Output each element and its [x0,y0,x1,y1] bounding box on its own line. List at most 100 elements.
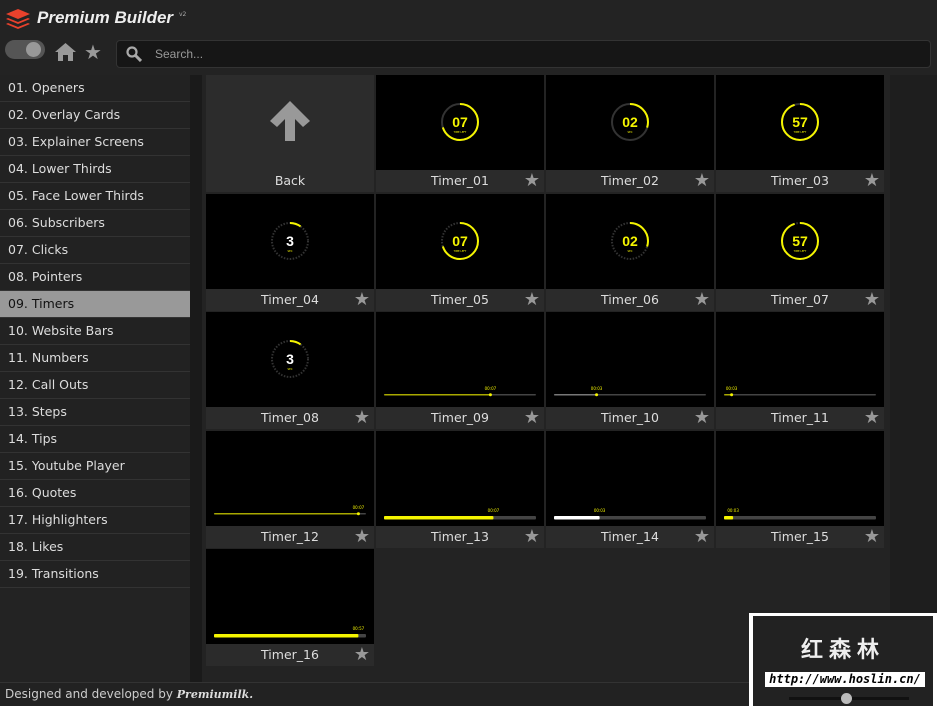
sidebar-item[interactable]: 18. Likes [0,534,190,561]
timer-tile[interactable]: 00:07 Timer_12 ★ [206,430,374,548]
favorite-star-icon[interactable]: ★ [694,526,710,547]
sidebar-scrollbar[interactable] [190,75,202,682]
favorite-star-icon[interactable]: ★ [694,289,710,310]
sidebar-item[interactable]: 16. Quotes [0,480,190,507]
sidebar-item[interactable]: 12. Call Outs [0,372,190,399]
tile-label: Timer_09 [376,407,544,429]
tile-label: Timer_12 [206,525,374,548]
timer-tile[interactable]: 00:07 Timer_13 ★ [376,430,544,548]
favorite-star-icon[interactable]: ★ [864,289,880,310]
timer-tile[interactable]: 3 SEC Timer_08 ★ [206,312,374,429]
bar-timer-preview: 00:57 [214,626,366,638]
favorite-star-icon[interactable]: ★ [694,408,710,428]
bar-value: 00:03 [727,508,739,513]
favorite-star-icon[interactable]: ★ [524,408,540,428]
timer-tile[interactable]: 07 TIME LEFT Timer_01 ★ [376,75,544,192]
timer-tile[interactable]: 00:03 Timer_14 ★ [546,430,714,548]
sidebar-item[interactable]: 04. Lower Thirds [0,156,190,183]
timer-tile[interactable]: 07 TIME LEFT Timer_05 ★ [376,193,544,311]
sidebar-item[interactable]: 07. Clicks [0,237,190,264]
sidebar-item[interactable]: 15. Youtube Player [0,453,190,480]
ring-timer-preview: 3SEC [271,221,309,260]
tile-label: Timer_05 [376,288,544,311]
sidebar-item[interactable]: 05. Face Lower Thirds [0,183,190,210]
favorite-star-icon[interactable]: ★ [864,408,880,428]
tile-label: Timer_13 [376,525,544,548]
back-tile[interactable]: Back [206,75,374,192]
ring-sub: TIME LEFT [454,249,467,253]
tile-label: Timer_16 [206,644,374,666]
favorite-star-icon[interactable]: ★ [524,171,540,191]
bar-value: 00:07 [485,386,497,391]
brand-logo: Premiumilk. [176,688,254,701]
timer-tile[interactable]: 00:07 Timer_09 ★ [376,312,544,429]
favorite-star-icon[interactable]: ★ [524,289,540,310]
ring-timer-preview: 57TIME LEFT [781,221,819,260]
favorite-star-icon[interactable]: ★ [524,526,540,547]
ring-value: 57 [792,114,808,130]
ring-timer-preview: 07TIME LEFT [441,103,479,141]
timer-tile[interactable]: 00:57 Timer_16 ★ [206,549,374,666]
sidebar-item[interactable]: 09. Timers [0,291,190,318]
sidebar-item[interactable]: 03. Explainer Screens [0,129,190,156]
timer-thumbnail: 00:57 [206,549,374,644]
favorite-star-icon[interactable]: ★ [354,408,370,428]
tile-label: Timer_15 [716,525,884,548]
bar-fill [724,515,734,519]
bar-fill [554,394,597,396]
sidebar-item[interactable]: 11. Numbers [0,345,190,372]
sidebar-item[interactable]: 17. Highlighters [0,507,190,534]
grid-scrollbar[interactable] [890,75,937,682]
sidebar-item[interactable]: 06. Subscribers [0,210,190,237]
toolbar: ★ [0,38,937,72]
bar-value: 00:03 [726,386,738,391]
sidebar-item[interactable]: 13. Steps [0,399,190,426]
timer-tile[interactable]: 57 TIME LEFT Timer_03 ★ [716,75,884,192]
favorite-star-icon[interactable]: ★ [354,645,370,665]
sidebar-item[interactable]: 02. Overlay Cards [0,102,190,129]
favorite-star-icon[interactable]: ★ [354,526,370,547]
timer-thumbnail: 02 SEC [546,75,714,170]
timer-tile[interactable]: 00:03 Timer_11 ★ [716,312,884,429]
ring-timer-preview: 02SEC [611,103,649,141]
sidebar-item[interactable]: 19. Transitions [0,561,190,588]
sidebar-item[interactable]: 01. Openers [0,75,190,102]
timer-tile[interactable]: 02 SEC Timer_02 ★ [546,75,714,192]
timer-tile[interactable]: 00:03 Timer_10 ★ [546,312,714,429]
timer-tile[interactable]: 02 SEC Timer_06 ★ [546,193,714,311]
timer-tile[interactable]: 3 SEC Timer_04 ★ [206,193,374,311]
ring-value: 07 [452,114,468,130]
favorite-star-icon[interactable]: ★ [864,171,880,191]
sidebar-item[interactable]: 14. Tips [0,426,190,453]
timer-thumbnail: 3 SEC [206,193,374,289]
ring-value: 07 [452,233,468,249]
size-slider-knob[interactable] [841,693,852,704]
timer-tile[interactable]: 57 TIME LEFT Timer_07 ★ [716,193,884,311]
home-icon[interactable] [55,43,76,61]
bar-fill [554,515,600,519]
favorites-star-icon[interactable]: ★ [84,42,102,62]
tile-label: Timer_01 [376,170,544,192]
timer-thumbnail: 00:03 [716,312,884,407]
search-input[interactable] [155,45,855,63]
bar-timer-preview: 00:03 [724,386,876,397]
sidebar-item[interactable]: 10. Website Bars [0,318,190,345]
view-toggle[interactable] [5,40,45,59]
favorite-star-icon[interactable]: ★ [354,289,370,310]
favorite-star-icon[interactable]: ★ [864,526,880,547]
app-version: v2 [179,11,187,18]
ring-value: 02 [622,233,638,249]
sidebar-item[interactable]: 08. Pointers [0,264,190,291]
timer-tile[interactable]: 00:03 Timer_15 ★ [716,430,884,548]
tile-label: Timer_08 [206,407,374,429]
bar-timer-preview: 00:03 [554,386,706,397]
bar-value: 00:03 [591,386,603,391]
layers-logo-icon [6,9,30,29]
timer-thumbnail: 00:03 [716,430,884,526]
favorite-star-icon[interactable]: ★ [694,171,710,191]
timer-thumbnail: 00:03 [546,312,714,407]
tile-label: Timer_14 [546,525,714,548]
tile-label: Timer_04 [206,288,374,311]
bar-timer-preview: 00:07 [214,505,366,515]
ring-timer-preview: 02SEC [611,221,649,260]
